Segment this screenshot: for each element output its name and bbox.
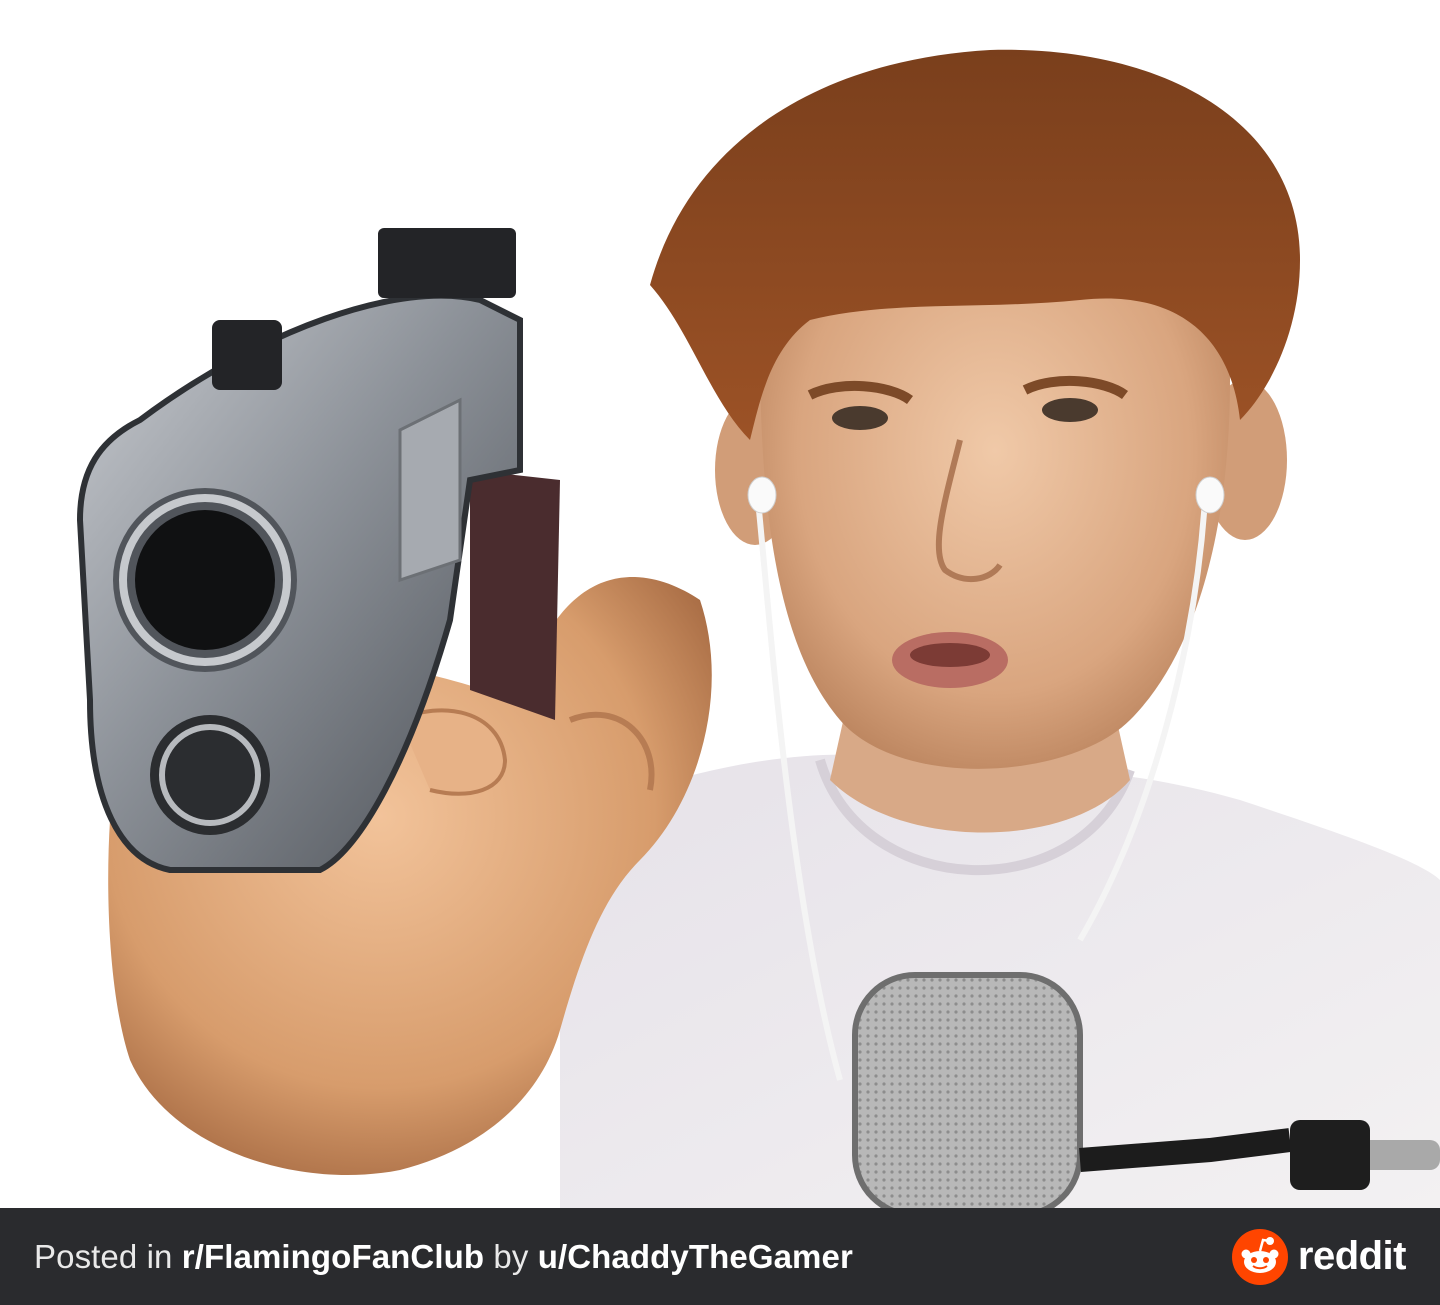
posted-in-label: Posted in — [34, 1237, 182, 1275]
by-label: by — [484, 1237, 538, 1275]
username-link[interactable]: u/ChaddyTheGamer — [538, 1238, 853, 1275]
reddit-brand[interactable]: reddit — [1231, 1228, 1407, 1285]
subreddit-link[interactable]: r/FlamingoFanClub — [182, 1238, 484, 1275]
post-credit-text: Posted in r/FlamingoFanClub by u/ChaddyT… — [34, 1238, 853, 1276]
reddit-share-card: Posted in r/FlamingoFanClub by u/ChaddyT… — [0, 0, 1440, 1305]
reddit-wordmark: reddit — [1297, 1234, 1407, 1278]
meme-illustration — [76, 49, 1440, 1208]
post-attribution-bar: Posted in r/FlamingoFanClub by u/ChaddyT… — [0, 1208, 1440, 1305]
meme-image — [0, 0, 1440, 1208]
reddit-snoo-icon — [1231, 1228, 1288, 1285]
